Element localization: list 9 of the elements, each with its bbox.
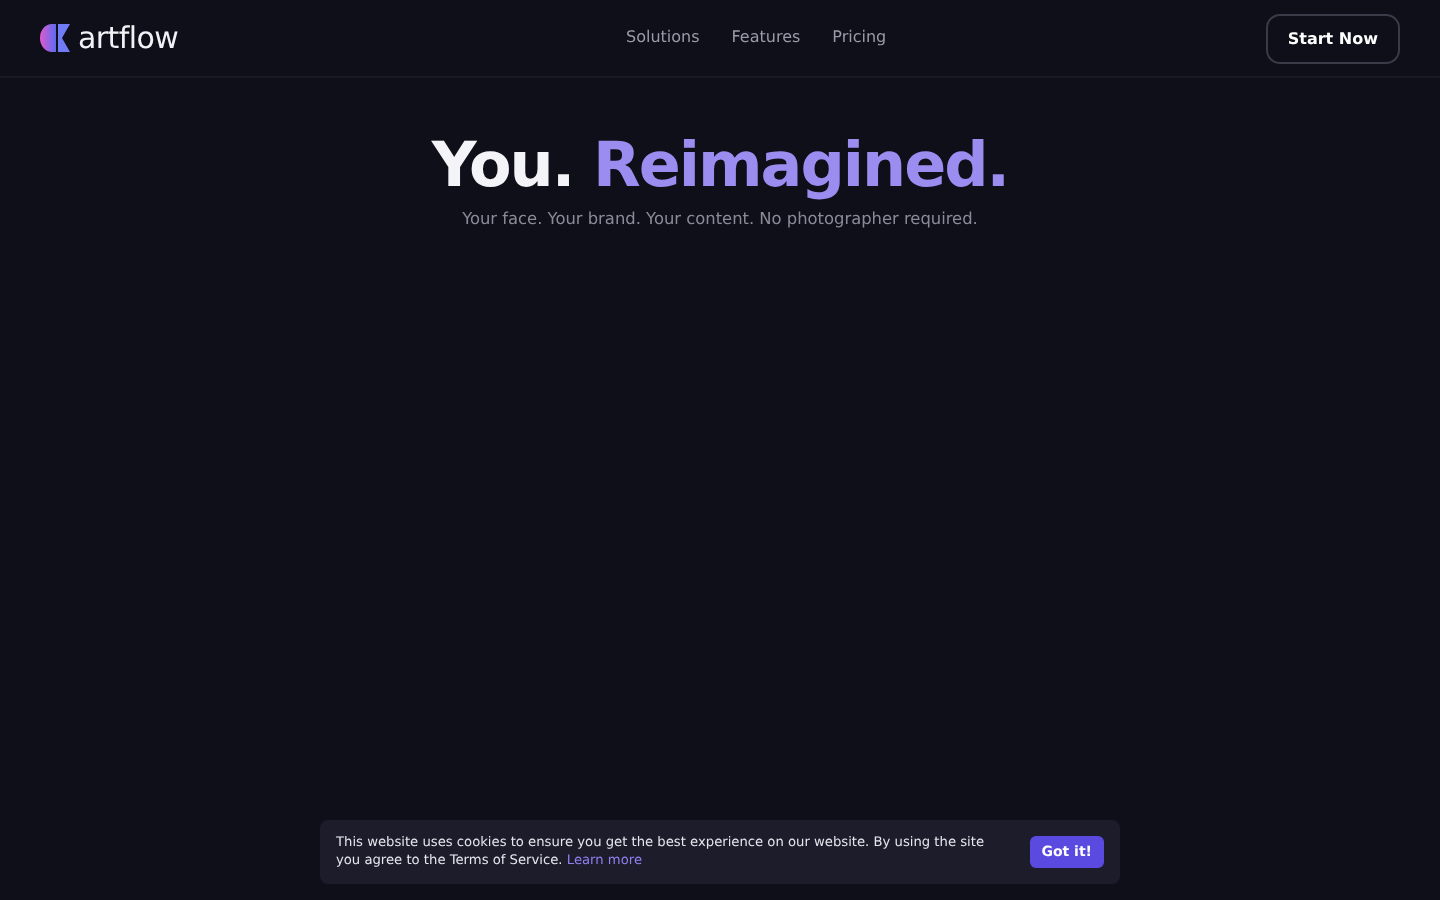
nav-link[interactable]: Features bbox=[731, 28, 801, 46]
nav-link[interactable]: Pricing bbox=[832, 28, 887, 46]
logo-text[interactable]: artflow bbox=[78, 20, 179, 56]
nav-link[interactable]: Solutions bbox=[626, 28, 700, 46]
start-now-button[interactable]: Start Now bbox=[1265, 13, 1400, 63]
hero-subtitle: Your face. Your brand. Your content. No photographer required. bbox=[462, 208, 978, 228]
hero-title: You. bbox=[431, 130, 574, 202]
hero-title-accent: Reimagined. bbox=[592, 130, 1009, 202]
logo-icon bbox=[40, 24, 72, 52]
